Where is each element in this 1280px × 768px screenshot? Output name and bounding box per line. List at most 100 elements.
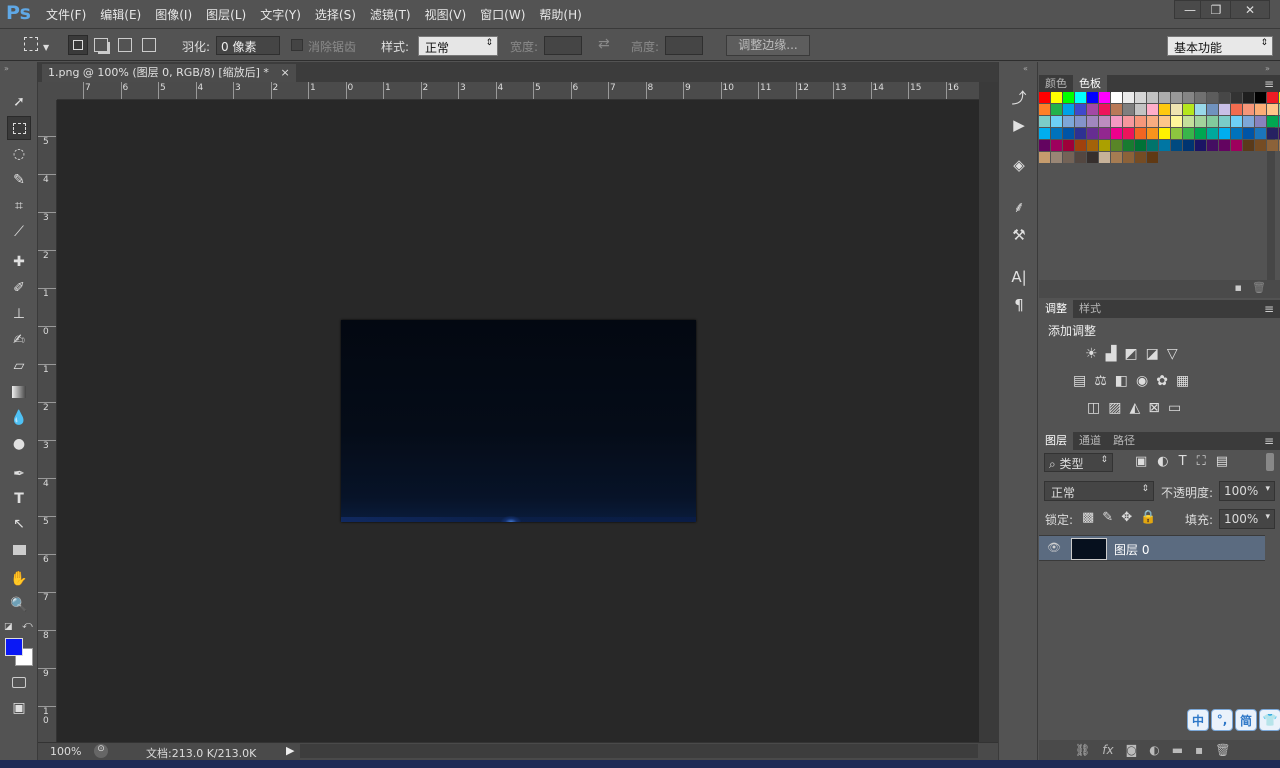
- path-select-tool-icon[interactable]: ↖: [7, 512, 31, 536]
- ime-skin-icon[interactable]: 👕: [1259, 709, 1280, 731]
- horizontal-ruler[interactable]: 7 6 5 4 3 2 1 0 1 2 3 4 5 6 7 8 9 10 11 12 13 14 15 16: [57, 82, 979, 100]
- color-swatch[interactable]: [1075, 116, 1086, 127]
- color-swatch[interactable]: [1087, 116, 1098, 127]
- color-swatch[interactable]: [1219, 140, 1230, 151]
- color-swatch[interactable]: [1243, 140, 1254, 151]
- menu-image[interactable]: 图像(I): [155, 6, 192, 23]
- trash-icon[interactable]: 🗑: [1252, 281, 1266, 294]
- layer-row[interactable]: 👁 图层 0: [1039, 535, 1265, 561]
- feather-input[interactable]: 0 像素: [216, 36, 280, 55]
- color-swatch[interactable]: [1255, 140, 1266, 151]
- healing-brush-tool-icon[interactable]: ✚: [7, 250, 31, 274]
- tab-adjustments[interactable]: 调整: [1039, 300, 1073, 318]
- subtract-selection-icon[interactable]: [118, 38, 132, 52]
- crop-tool-icon[interactable]: ⌗: [7, 194, 31, 218]
- color-swatch[interactable]: [1207, 128, 1218, 139]
- color-swatch[interactable]: [1147, 104, 1158, 115]
- new-selection-icon[interactable]: [68, 35, 88, 55]
- swap-icon[interactable]: ⇄: [598, 36, 610, 52]
- collapse-panels-icon[interactable]: »: [1265, 64, 1270, 73]
- add-mask-icon[interactable]: ◙: [1126, 743, 1138, 757]
- filter-toggle[interactable]: [1266, 453, 1274, 471]
- color-swatch[interactable]: [1255, 104, 1266, 115]
- color-swatch[interactable]: [1123, 128, 1134, 139]
- menu-filter[interactable]: 滤镜(T): [370, 6, 411, 23]
- brush-tool-icon[interactable]: ✐: [7, 276, 31, 300]
- type-tool-icon[interactable]: T: [7, 487, 31, 511]
- color-swatch[interactable]: [1159, 92, 1170, 103]
- collapse-dock-icon[interactable]: «: [1023, 64, 1028, 73]
- brightness-icon[interactable]: ☀: [1085, 346, 1098, 362]
- color-swatch[interactable]: [1207, 92, 1218, 103]
- ruler-origin[interactable]: [38, 82, 57, 100]
- color-swatch[interactable]: [1159, 116, 1170, 127]
- color-swatch[interactable]: [1171, 104, 1182, 115]
- color-swatch[interactable]: [1111, 116, 1122, 127]
- quick-select-tool-icon[interactable]: ✎: [7, 168, 31, 192]
- panel-menu-icon[interactable]: ≡: [1264, 300, 1280, 318]
- color-swatch[interactable]: [1039, 104, 1050, 115]
- color-swatch[interactable]: [1039, 92, 1050, 103]
- vertical-ruler[interactable]: 5432101234567891 0: [38, 100, 57, 742]
- color-swatch[interactable]: [1183, 128, 1194, 139]
- color-swatch[interactable]: [1063, 92, 1074, 103]
- link-layers-icon[interactable]: ⛓: [1075, 743, 1090, 757]
- color-swatch[interactable]: [1087, 104, 1098, 115]
- color-swatch[interactable]: [1099, 92, 1110, 103]
- color-swatch[interactable]: [1099, 104, 1110, 115]
- new-adjustment-icon[interactable]: ◐: [1149, 743, 1159, 757]
- color-swatch[interactable]: [1063, 128, 1074, 139]
- posterize-icon[interactable]: ▨: [1108, 400, 1121, 416]
- panel-menu-icon[interactable]: ≡: [1264, 75, 1280, 93]
- color-swatch[interactable]: [1171, 92, 1182, 103]
- color-swatch[interactable]: [1243, 116, 1254, 127]
- tab-color[interactable]: 颜色: [1039, 75, 1073, 93]
- color-swatch[interactable]: [1195, 140, 1206, 151]
- color-swatch[interactable]: [1075, 152, 1086, 163]
- color-swatch[interactable]: [1231, 92, 1242, 103]
- adjustment-filter-icon[interactable]: ◐: [1157, 454, 1168, 469]
- quick-mask-icon[interactable]: [7, 670, 31, 694]
- tab-layers[interactable]: 图层: [1039, 432, 1073, 450]
- selective-color-icon[interactable]: ⊠: [1148, 400, 1160, 416]
- blur-tool-icon[interactable]: 💧: [7, 406, 31, 430]
- document-close-icon[interactable]: ×: [280, 66, 289, 79]
- exposure-icon[interactable]: ◪: [1146, 346, 1159, 362]
- color-swatch[interactable]: [1207, 140, 1218, 151]
- color-swatch[interactable]: [1219, 104, 1230, 115]
- color-swatch[interactable]: [1183, 104, 1194, 115]
- restore-button[interactable]: ❐: [1200, 0, 1232, 19]
- color-swatch[interactable]: [1051, 116, 1062, 127]
- color-swatch[interactable]: [1111, 128, 1122, 139]
- color-swatch[interactable]: [1051, 140, 1062, 151]
- new-swatch-icon[interactable]: ▪: [1235, 281, 1242, 294]
- color-swatch[interactable]: [1039, 116, 1050, 127]
- threshold-icon[interactable]: ◭: [1129, 400, 1140, 416]
- menu-type[interactable]: 文字(Y): [260, 6, 301, 23]
- lock-transparent-icon[interactable]: ▩: [1082, 510, 1094, 525]
- vertical-scrollbar[interactable]: [979, 82, 998, 742]
- blend-mode-select[interactable]: 正常 ⇕: [1044, 481, 1154, 501]
- lasso-tool-icon[interactable]: ◌: [7, 142, 31, 166]
- lock-position-icon[interactable]: ✥: [1121, 510, 1132, 525]
- document-image[interactable]: [341, 320, 696, 522]
- color-swatch[interactable]: [1147, 116, 1158, 127]
- chevron-down-icon[interactable]: ▼: [43, 43, 49, 52]
- delete-layer-icon[interactable]: 🗑: [1215, 743, 1230, 757]
- stamp-tool-icon[interactable]: ⊥: [7, 302, 31, 326]
- curves-icon[interactable]: ◩: [1124, 346, 1137, 362]
- color-swatch[interactable]: [1051, 128, 1062, 139]
- color-swatch[interactable]: [1159, 128, 1170, 139]
- refine-edge-button[interactable]: 调整边缘...: [726, 35, 810, 56]
- color-swatch[interactable]: [1051, 152, 1062, 163]
- color-balance-icon[interactable]: ⚖: [1094, 373, 1107, 389]
- style-select[interactable]: 正常 ⇕: [418, 36, 498, 56]
- color-swatch[interactable]: [1111, 140, 1122, 151]
- color-swatch[interactable]: [1255, 92, 1266, 103]
- color-swatch[interactable]: [1159, 104, 1170, 115]
- color-swatch[interactable]: [1111, 92, 1122, 103]
- color-swatch[interactable]: [1123, 92, 1134, 103]
- color-swatch[interactable]: [1255, 128, 1266, 139]
- color-swatch[interactable]: [1231, 104, 1242, 115]
- color-swatch[interactable]: [1147, 140, 1158, 151]
